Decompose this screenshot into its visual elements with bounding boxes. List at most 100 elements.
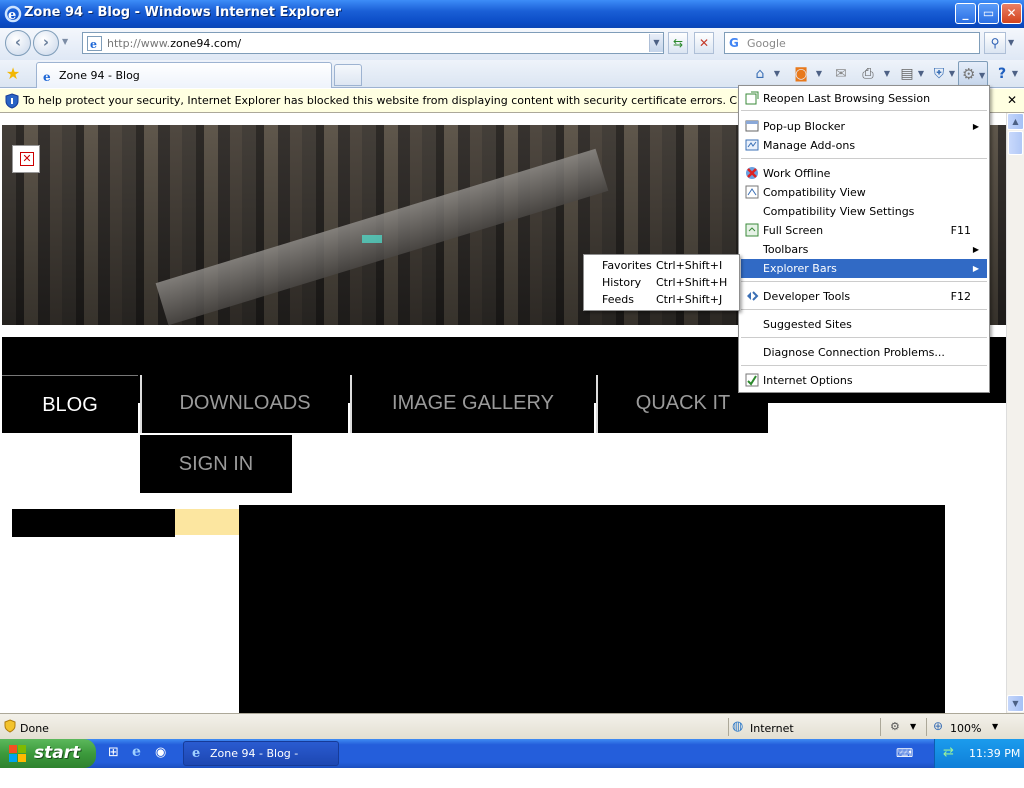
- sidebar-highlight-block: [175, 509, 239, 535]
- close-button[interactable]: ✕: [1001, 3, 1022, 24]
- page-dropdown-icon[interactable]: ▼: [916, 64, 926, 84]
- offline-icon: [746, 167, 758, 179]
- close-infobar-icon[interactable]: ✕: [1007, 93, 1017, 107]
- menu-item-full-screen[interactable]: Full Screen F11: [741, 221, 987, 240]
- svg-text:e: e: [43, 70, 51, 83]
- google-icon: G: [729, 36, 739, 50]
- favorites-star-icon[interactable]: ★: [4, 64, 22, 84]
- address-url-domain: zone94.com/: [170, 37, 242, 50]
- menu-label: Work Offline: [763, 167, 831, 180]
- stop-icon[interactable]: ✕: [694, 32, 714, 54]
- menu-item-diagnose-connection[interactable]: Diagnose Connection Problems...: [741, 343, 987, 362]
- safety-dropdown-icon[interactable]: ▼: [947, 64, 957, 84]
- menu-item-work-offline[interactable]: Work Offline: [741, 164, 987, 183]
- help-icon[interactable]: ?: [992, 64, 1012, 84]
- taskbar-item-ie-window[interactable]: e Zone 94 - Blog - Wind...: [183, 741, 339, 783]
- search-placeholder: Google: [747, 37, 786, 50]
- read-mail-icon[interactable]: ✉: [832, 64, 850, 84]
- address-url-prefix: http://www.: [107, 37, 171, 50]
- submenu-arrow-icon: ▶: [972, 122, 979, 131]
- search-options-icon[interactable]: ▼: [1008, 38, 1014, 47]
- safety-icon[interactable]: ⛨: [930, 64, 948, 84]
- print-icon[interactable]: ⎙: [858, 64, 878, 84]
- address-dropdown-icon[interactable]: ▼: [649, 34, 663, 52]
- feeds-dropdown-icon[interactable]: ▼: [814, 64, 824, 84]
- window-title: Zone 94 - Blog - Windows Internet Explor…: [24, 5, 342, 20]
- menu-label: Reopen Last Browsing Session: [763, 92, 931, 105]
- submenu-item-history[interactable]: History Ctrl+Shift+H: [584, 274, 739, 291]
- quicklaunch-ie-icon[interactable]: e: [132, 744, 141, 760]
- quicklaunch-desktop-icon[interactable]: ⊞: [108, 745, 119, 760]
- scroll-up-icon[interactable]: ▲: [1007, 113, 1024, 130]
- start-label: start: [34, 743, 81, 763]
- menu-item-compatibility-view-settings[interactable]: Compatibility View Settings: [741, 202, 987, 221]
- protected-mode-icon[interactable]: ⚙: [890, 720, 900, 733]
- menu-label: Manage Add-ons: [763, 139, 856, 152]
- system-tray: ⇄ 11:39 PM: [934, 739, 1024, 768]
- submenu-item-favorites[interactable]: Favorites Ctrl+Shift+I: [584, 257, 739, 274]
- zoom-icon[interactable]: ⊕: [933, 719, 943, 733]
- submenu-label: Feeds: [602, 293, 634, 306]
- feeds-icon[interactable]: ◙: [792, 64, 810, 84]
- home-icon[interactable]: ⌂: [750, 64, 770, 84]
- network-icon[interactable]: ⇄: [943, 745, 954, 760]
- zoom-level[interactable]: 100%: [950, 722, 981, 735]
- nav-image-gallery[interactable]: IMAGE GALLERY: [350, 375, 594, 433]
- new-tab-button[interactable]: [334, 64, 362, 86]
- restore-button[interactable]: ▭: [978, 3, 999, 24]
- tab-zone94-blog[interactable]: e Zone 94 - Blog: [36, 62, 332, 88]
- menu-item-toolbars[interactable]: Toolbars ▶: [741, 240, 987, 259]
- nav-blog[interactable]: BLOG: [2, 375, 138, 433]
- menu-item-explorer-bars[interactable]: Explorer Bars ▶: [741, 259, 987, 278]
- menu-item-reopen-last-session[interactable]: Reopen Last Browsing Session: [741, 89, 987, 108]
- nav-sign-in[interactable]: SIGN IN: [140, 435, 292, 493]
- taskbar: start ⊞ e ◉ e Zone 94 - Blog - Wind... ⌨…: [0, 739, 1024, 783]
- keyboard-icon[interactable]: ⌨: [896, 746, 913, 760]
- submenu-label: History: [602, 276, 642, 289]
- vertical-scrollbar[interactable]: ▲ ▼: [1006, 113, 1024, 713]
- page-ie-icon: e: [87, 36, 102, 51]
- submenu-shortcut: Ctrl+Shift+H: [656, 276, 728, 289]
- forward-button[interactable]: ›: [33, 30, 59, 56]
- menu-label: Pop-up Blocker: [763, 120, 846, 133]
- tools-button[interactable]: ⚙ ▼: [958, 61, 988, 87]
- page-icon[interactable]: ▤: [898, 64, 916, 84]
- home-dropdown-icon[interactable]: ▼: [772, 64, 782, 84]
- zoom-dropdown-icon[interactable]: ▼: [992, 722, 998, 731]
- menu-item-internet-options[interactable]: Internet Options: [741, 371, 987, 390]
- options-icon: [745, 373, 759, 387]
- submenu-label: Favorites: [602, 259, 652, 272]
- menu-item-suggested-sites[interactable]: Suggested Sites: [741, 315, 987, 334]
- quicklaunch-media-icon[interactable]: ◉: [155, 745, 166, 760]
- submenu-item-feeds[interactable]: Feeds Ctrl+Shift+J: [584, 291, 739, 308]
- clock[interactable]: 11:39 PM: [969, 747, 1020, 760]
- submenu-shortcut: Ctrl+Shift+J: [656, 293, 723, 306]
- minimize-button[interactable]: _: [955, 3, 976, 24]
- menu-label: Full Screen: [763, 224, 824, 237]
- start-button[interactable]: start: [0, 739, 96, 768]
- print-dropdown-icon[interactable]: ▼: [882, 64, 892, 84]
- menu-item-manage-addons[interactable]: Manage Add-ons: [741, 136, 987, 155]
- tab-label: Zone 94 - Blog: [59, 69, 140, 82]
- back-button[interactable]: ‹: [5, 30, 31, 56]
- search-input[interactable]: G Google: [724, 32, 980, 54]
- recent-pages-dropdown-icon[interactable]: ▼: [62, 37, 68, 46]
- nav-downloads[interactable]: DOWNLOADS: [140, 375, 348, 433]
- protected-mode-dropdown-icon[interactable]: ▼: [910, 722, 916, 731]
- search-icon[interactable]: ⚲: [984, 32, 1006, 54]
- menu-item-popup-blocker[interactable]: Pop-up Blocker ▶: [741, 117, 987, 136]
- ie-logo-icon: e: [4, 5, 22, 23]
- help-dropdown-icon[interactable]: ▼: [1010, 64, 1020, 84]
- compatibility-view-icon[interactable]: ⇆: [668, 32, 688, 54]
- windows-flag-icon: [9, 745, 26, 762]
- menu-item-compatibility-view[interactable]: Compatibility View: [741, 183, 987, 202]
- title-bar: e Zone 94 - Blog - Windows Internet Expl…: [0, 0, 1024, 28]
- menu-item-developer-tools[interactable]: Developer Tools F12: [741, 287, 987, 306]
- menu-label: Suggested Sites: [763, 318, 852, 331]
- status-text: Done: [20, 722, 49, 735]
- scroll-down-icon[interactable]: ▼: [1007, 695, 1024, 712]
- sidebar-block: [12, 509, 175, 537]
- address-bar[interactable]: e http://www.zone94.com/ ▼: [82, 32, 664, 54]
- submenu-arrow-icon: ▶: [972, 264, 979, 273]
- scroll-thumb[interactable]: [1008, 131, 1023, 155]
